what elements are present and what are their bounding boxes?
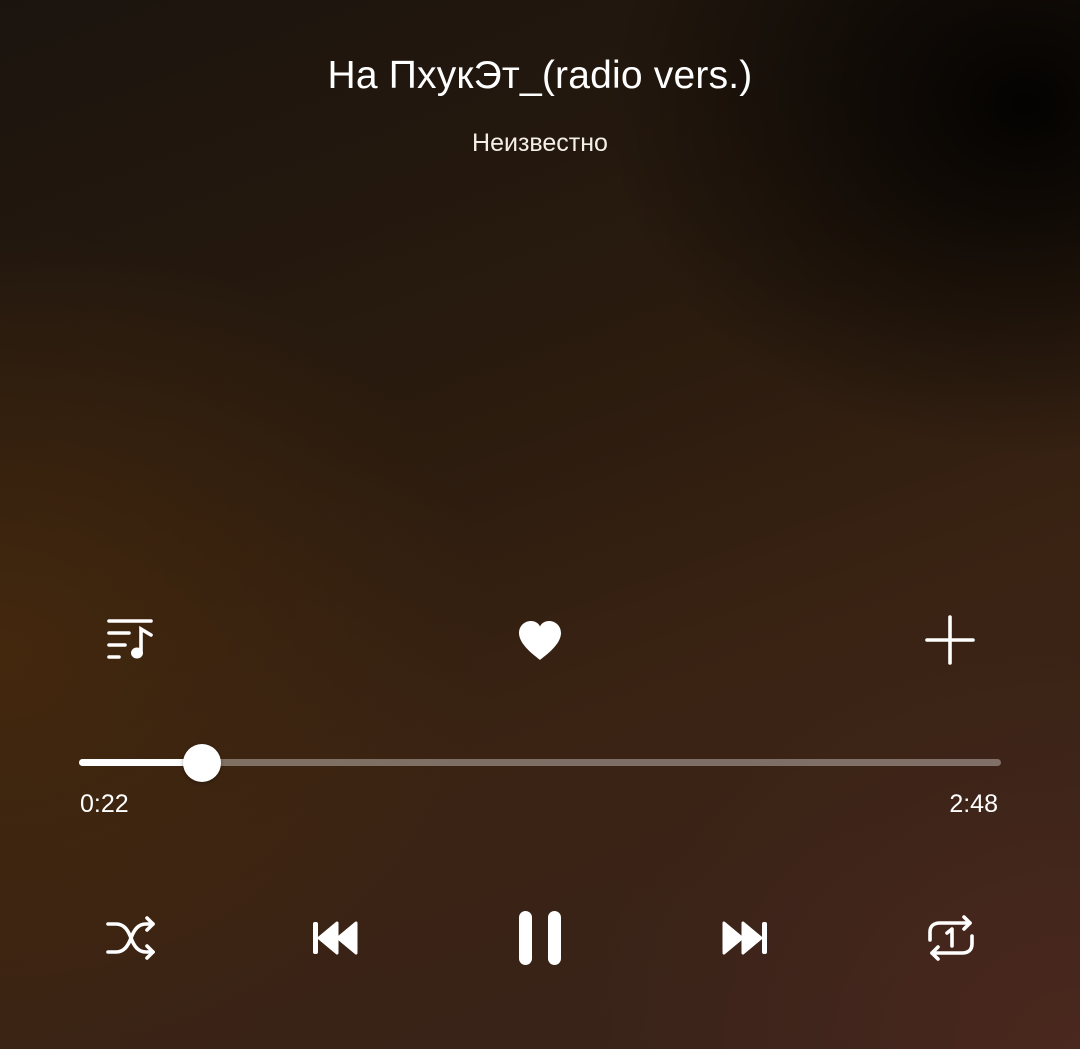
track-artist[interactable]: Неизвестно <box>0 126 1080 160</box>
total-time: 2:48 <box>949 790 998 818</box>
track-title: На ПхукЭт_(radio vers.) <box>327 54 753 97</box>
add-to-playlist-button[interactable] <box>916 610 984 670</box>
seek-bar-thumb[interactable] <box>183 744 221 782</box>
skip-next-icon <box>720 919 770 957</box>
repeat-one-icon <box>926 914 976 962</box>
pause-icon <box>516 909 564 967</box>
shuffle-icon <box>106 916 156 960</box>
like-button[interactable] <box>506 610 574 670</box>
playlist-music-icon <box>105 617 155 663</box>
seek-bar[interactable] <box>79 744 1001 782</box>
next-track-button[interactable] <box>712 908 778 968</box>
heart-filled-icon <box>516 619 564 661</box>
pause-button[interactable] <box>506 903 574 973</box>
playlist-button[interactable] <box>96 610 164 670</box>
shuffle-button[interactable] <box>98 908 164 968</box>
plus-icon <box>925 615 975 665</box>
repeat-one-button[interactable] <box>918 908 984 968</box>
skip-previous-icon <box>310 919 360 957</box>
elapsed-time: 0:22 <box>80 790 129 818</box>
previous-track-button[interactable] <box>302 908 368 968</box>
